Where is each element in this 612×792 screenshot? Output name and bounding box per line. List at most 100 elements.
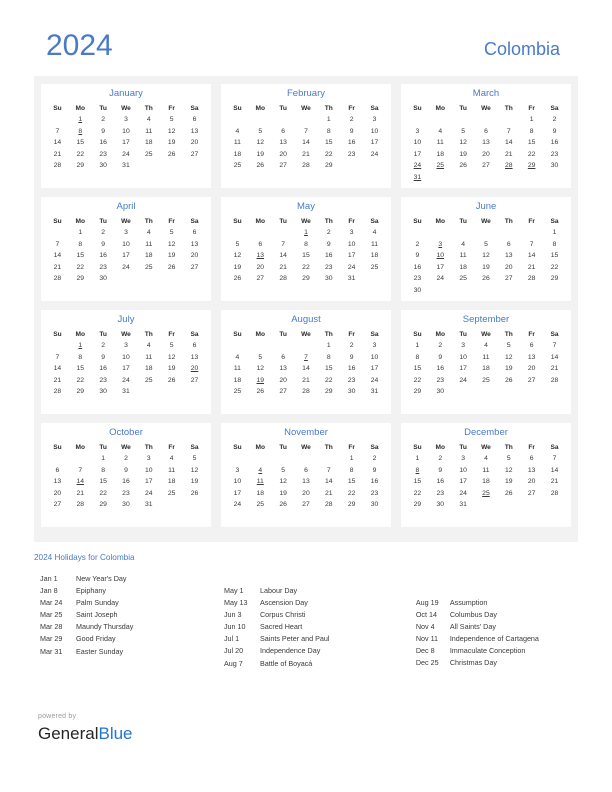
day-cell[interactable]: 5 (160, 227, 183, 239)
day-cell[interactable]: 4 (137, 114, 160, 126)
day-cell[interactable]: 19 (160, 250, 183, 262)
day-cell[interactable]: 27 (183, 149, 206, 161)
day-cell[interactable]: 8 (340, 465, 363, 477)
day-cell[interactable]: 30 (92, 273, 115, 285)
day-cell[interactable]: 8 (317, 126, 340, 138)
day-cell[interactable]: 17 (363, 137, 386, 149)
day-cell[interactable]: 18 (249, 488, 272, 500)
day-cell[interactable]: 27 (183, 262, 206, 274)
day-cell[interactable]: 9 (115, 465, 138, 477)
day-cell[interactable]: 8 (317, 352, 340, 364)
day-cell[interactable]: 4 (160, 453, 183, 465)
day-cell[interactable]: 10 (363, 126, 386, 138)
day-cell[interactable]: 24 (137, 488, 160, 500)
day-cell[interactable]: 21 (520, 262, 543, 274)
day-cell[interactable]: 19 (475, 262, 498, 274)
day-cell[interactable]: 2 (340, 340, 363, 352)
day-cell[interactable]: 24 (452, 488, 475, 500)
day-cell[interactable]: 5 (183, 453, 206, 465)
day-cell[interactable]: 26 (452, 160, 475, 172)
day-cell[interactable]: 13 (520, 352, 543, 364)
day-cell[interactable]: 3 (115, 340, 138, 352)
day-cell[interactable]: 29 (543, 273, 566, 285)
day-cell[interactable]: 1 (406, 453, 429, 465)
day-cell[interactable]: 22 (543, 262, 566, 274)
day-cell[interactable]: 17 (137, 476, 160, 488)
day-cell[interactable]: 25 (137, 375, 160, 387)
day-cell[interactable]: 15 (406, 363, 429, 375)
day-cell[interactable]: 10 (452, 352, 475, 364)
day-cell[interactable]: 9 (429, 465, 452, 477)
day-cell[interactable]: 16 (340, 137, 363, 149)
day-cell[interactable]: 28 (272, 273, 295, 285)
day-cell[interactable]: 21 (69, 488, 92, 500)
day-cell[interactable]: 9 (92, 352, 115, 364)
day-cell[interactable]: 25 (160, 488, 183, 500)
day-cell[interactable]: 12 (497, 465, 520, 477)
day-cell[interactable]: 26 (497, 375, 520, 387)
day-cell[interactable]: 6 (520, 340, 543, 352)
day-cell-holiday[interactable]: 24 (406, 160, 429, 172)
day-cell[interactable]: 27 (249, 273, 272, 285)
day-cell[interactable]: 30 (363, 499, 386, 511)
day-cell[interactable]: 18 (363, 250, 386, 262)
day-cell[interactable]: 9 (429, 352, 452, 364)
day-cell[interactable]: 5 (272, 465, 295, 477)
day-cell[interactable]: 31 (137, 499, 160, 511)
day-cell[interactable]: 22 (317, 149, 340, 161)
day-cell[interactable]: 15 (317, 137, 340, 149)
day-cell[interactable]: 11 (363, 239, 386, 251)
day-cell[interactable]: 26 (160, 375, 183, 387)
day-cell[interactable]: 7 (317, 465, 340, 477)
day-cell[interactable]: 11 (475, 352, 498, 364)
day-cell[interactable]: 16 (406, 262, 429, 274)
day-cell[interactable]: 24 (226, 499, 249, 511)
day-cell[interactable]: 8 (69, 352, 92, 364)
day-cell[interactable]: 12 (183, 465, 206, 477)
day-cell[interactable]: 2 (340, 114, 363, 126)
day-cell[interactable]: 16 (317, 250, 340, 262)
day-cell[interactable]: 20 (272, 375, 295, 387)
day-cell[interactable]: 22 (406, 488, 429, 500)
day-cell[interactable]: 21 (46, 149, 69, 161)
day-cell[interactable]: 7 (295, 126, 318, 138)
day-cell[interactable]: 14 (46, 137, 69, 149)
day-cell[interactable]: 7 (46, 126, 69, 138)
day-cell[interactable]: 30 (115, 499, 138, 511)
day-cell[interactable]: 2 (92, 340, 115, 352)
day-cell[interactable]: 31 (115, 160, 138, 172)
day-cell[interactable]: 27 (475, 160, 498, 172)
day-cell[interactable]: 5 (249, 126, 272, 138)
day-cell[interactable]: 23 (92, 149, 115, 161)
day-cell[interactable]: 27 (520, 488, 543, 500)
day-cell[interactable]: 3 (226, 465, 249, 477)
day-cell[interactable]: 21 (317, 488, 340, 500)
day-cell[interactable]: 15 (340, 476, 363, 488)
day-cell[interactable]: 14 (520, 250, 543, 262)
day-cell-holiday[interactable]: 14 (69, 476, 92, 488)
day-cell-holiday[interactable]: 4 (249, 465, 272, 477)
day-cell[interactable]: 4 (475, 453, 498, 465)
day-cell[interactable]: 12 (160, 352, 183, 364)
day-cell[interactable]: 17 (340, 250, 363, 262)
day-cell[interactable]: 10 (115, 126, 138, 138)
day-cell[interactable]: 22 (295, 262, 318, 274)
day-cell[interactable]: 18 (137, 250, 160, 262)
day-cell[interactable]: 17 (115, 250, 138, 262)
day-cell-holiday[interactable]: 11 (249, 476, 272, 488)
day-cell[interactable]: 6 (183, 340, 206, 352)
day-cell[interactable]: 29 (317, 160, 340, 172)
day-cell[interactable]: 23 (429, 375, 452, 387)
day-cell[interactable]: 5 (160, 340, 183, 352)
day-cell[interactable]: 13 (520, 465, 543, 477)
day-cell[interactable]: 3 (452, 340, 475, 352)
day-cell[interactable]: 9 (340, 126, 363, 138)
day-cell[interactable]: 4 (452, 239, 475, 251)
day-cell[interactable]: 12 (160, 239, 183, 251)
day-cell[interactable]: 25 (137, 149, 160, 161)
day-cell[interactable]: 8 (295, 239, 318, 251)
day-cell[interactable]: 8 (92, 465, 115, 477)
day-cell[interactable]: 5 (475, 239, 498, 251)
day-cell[interactable]: 19 (497, 363, 520, 375)
day-cell[interactable]: 23 (543, 149, 566, 161)
